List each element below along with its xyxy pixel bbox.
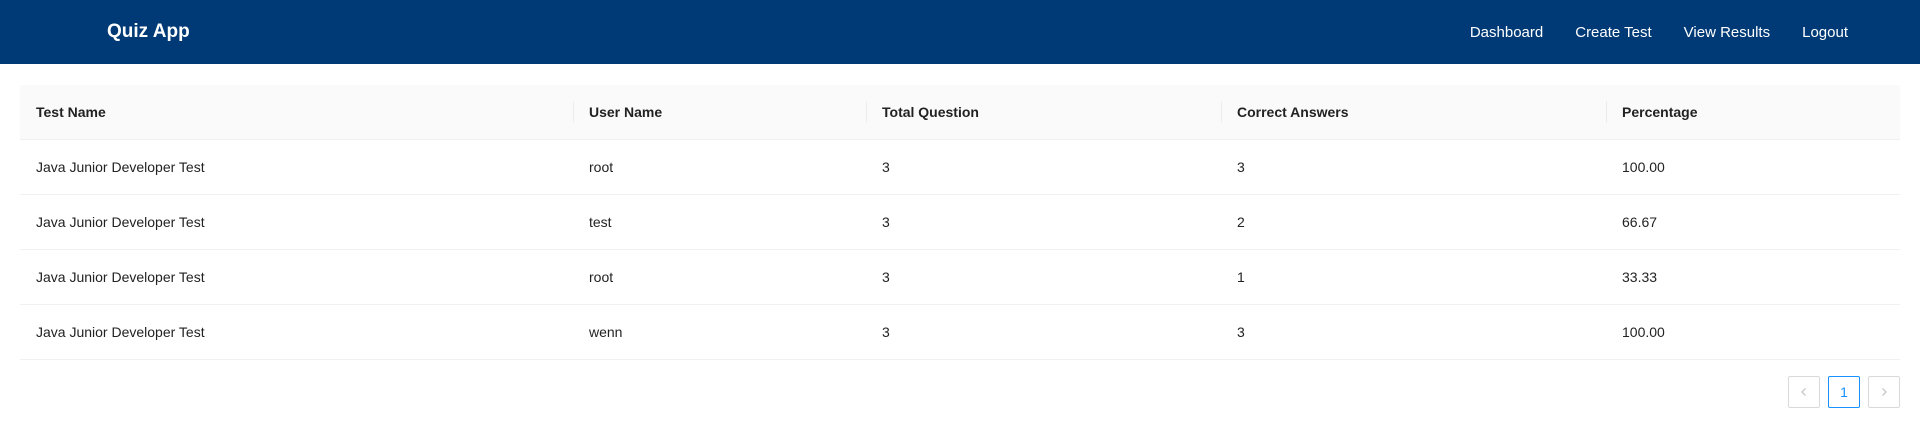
cell-test-name: Java Junior Developer Test <box>20 139 573 195</box>
page-button-current[interactable]: 1 <box>1828 376 1860 408</box>
cell-test-name: Java Junior Developer Test <box>20 304 573 360</box>
table-row: Java Junior Developer Test test 3 2 66.6… <box>20 194 1900 250</box>
cell-user-name: wenn <box>573 304 866 360</box>
cell-correct-answers: 2 <box>1221 194 1606 250</box>
cell-percentage: 100.00 <box>1606 304 1900 360</box>
column-header-total-question: Total Question <box>866 85 1221 140</box>
cell-user-name: root <box>573 139 866 195</box>
chevron-right-icon <box>1882 388 1887 396</box>
cell-test-name: Java Junior Developer Test <box>20 249 573 305</box>
cell-correct-answers: 1 <box>1221 249 1606 305</box>
cell-correct-answers: 3 <box>1221 304 1606 360</box>
navbar: Quiz App Dashboard Create Test View Resu… <box>0 0 1920 64</box>
table-row: Java Junior Developer Test root 3 3 100.… <box>20 139 1900 195</box>
prev-page-button[interactable] <box>1788 376 1820 408</box>
results-table-container: Test Name User Name Total Question Corre… <box>20 85 1900 360</box>
cell-total-question: 3 <box>866 304 1221 360</box>
nav-links: Dashboard Create Test View Results Logou… <box>1470 0 1848 64</box>
table-row: Java Junior Developer Test wenn 3 3 100.… <box>20 304 1900 360</box>
cell-total-question: 3 <box>866 139 1221 195</box>
cell-test-name: Java Junior Developer Test <box>20 194 573 250</box>
cell-percentage: 100.00 <box>1606 139 1900 195</box>
table-row: Java Junior Developer Test root 3 1 33.3… <box>20 249 1900 305</box>
cell-user-name: test <box>573 194 866 250</box>
nav-link-view-results[interactable]: View Results <box>1684 24 1770 41</box>
nav-link-dashboard[interactable]: Dashboard <box>1470 24 1543 41</box>
column-header-percentage: Percentage <box>1606 85 1900 140</box>
cell-total-question: 3 <box>866 249 1221 305</box>
cell-user-name: root <box>573 249 866 305</box>
nav-link-logout[interactable]: Logout <box>1802 24 1848 41</box>
table-header-row: Test Name User Name Total Question Corre… <box>20 85 1900 140</box>
column-header-correct-answers: Correct Answers <box>1221 85 1606 140</box>
column-header-test-name: Test Name <box>20 85 573 140</box>
chevron-left-icon <box>1801 388 1806 396</box>
cell-percentage: 66.67 <box>1606 194 1900 250</box>
column-header-user-name: User Name <box>573 85 866 140</box>
nav-link-create-test[interactable]: Create Test <box>1575 24 1651 41</box>
cell-percentage: 33.33 <box>1606 249 1900 305</box>
cell-total-question: 3 <box>866 194 1221 250</box>
cell-correct-answers: 3 <box>1221 139 1606 195</box>
pagination: 1 <box>1780 376 1900 408</box>
next-page-button[interactable] <box>1868 376 1900 408</box>
results-table: Test Name User Name Total Question Corre… <box>20 85 1900 360</box>
brand-title[interactable]: Quiz App <box>107 0 190 64</box>
